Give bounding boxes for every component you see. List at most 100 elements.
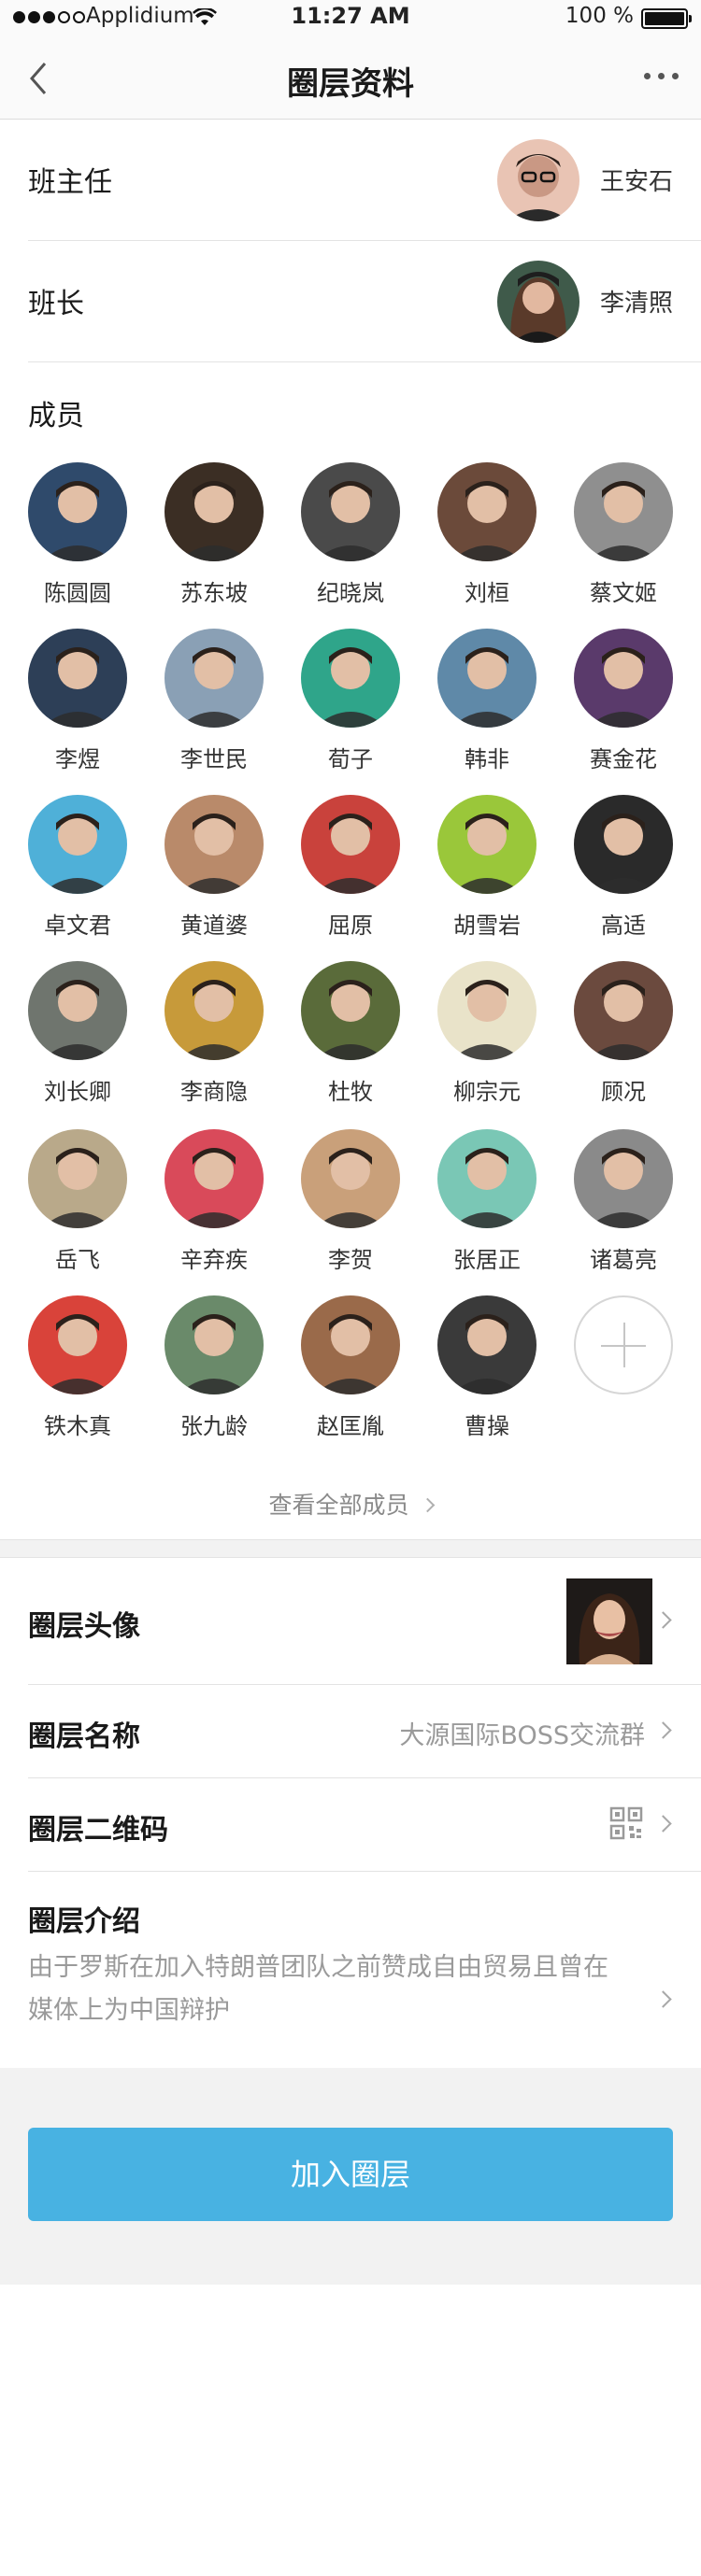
- member-name: 杜牧: [328, 1079, 373, 1105]
- class-monitor-row[interactable]: 班长 李清照: [28, 241, 701, 362]
- avatar: [165, 961, 264, 1060]
- member-name: 张九龄: [180, 1413, 248, 1439]
- member-name: 赛金花: [590, 746, 657, 772]
- member-item[interactable]: 赛金花: [555, 629, 692, 795]
- avatar: [437, 961, 536, 1060]
- member-item[interactable]: 荀子: [282, 629, 419, 795]
- avatar: [28, 1295, 127, 1394]
- avatar: [574, 961, 673, 1060]
- member-name: 张居正: [453, 1247, 521, 1273]
- member-name: 辛弃疾: [180, 1247, 248, 1273]
- setting-label: 圈层介绍: [28, 1905, 140, 1938]
- join-group-button[interactable]: 加入圈层: [28, 2128, 673, 2221]
- setting-label: 圈层头像: [28, 1610, 140, 1643]
- member-name: 黄道婆: [180, 913, 248, 939]
- member-name: 李商隐: [180, 1079, 248, 1105]
- navigation-bar: 圈层资料: [0, 37, 701, 120]
- member-item[interactable]: 诸葛亮: [555, 1129, 692, 1295]
- add-member-button[interactable]: [574, 1295, 673, 1394]
- avatar: [301, 795, 400, 894]
- member-item[interactable]: 刘桓: [419, 462, 555, 629]
- avatar: [437, 1129, 536, 1228]
- member-item[interactable]: 胡雪岩: [419, 795, 555, 961]
- member-name: 顾况: [601, 1079, 646, 1105]
- avatar: [28, 795, 127, 894]
- member-name: 铁木真: [44, 1413, 111, 1439]
- avatar: [301, 629, 400, 728]
- member-item[interactable]: 赵匡胤: [282, 1295, 419, 1462]
- member-item[interactable]: 黄道婆: [146, 795, 282, 961]
- group-qr-row[interactable]: 圈层二维码: [28, 1778, 701, 1872]
- chevron-right-icon: [654, 1990, 672, 2008]
- section-divider: [0, 1539, 701, 1558]
- member-item[interactable]: 韩非: [419, 629, 555, 795]
- avatar: [165, 629, 264, 728]
- member-name: 柳宗元: [453, 1079, 521, 1105]
- avatar: [574, 629, 673, 728]
- avatar: [437, 629, 536, 728]
- member-item[interactable]: 顾况: [555, 961, 692, 1127]
- setting-label: 圈层二维码: [28, 1814, 168, 1847]
- view-all-members-link[interactable]: 查看全部成员: [0, 1487, 701, 1521]
- group-name-value: 大源国际BOSS交流群: [399, 1721, 645, 1750]
- head-teacher-row[interactable]: 班主任 王安石: [28, 120, 701, 241]
- setting-label: 圈层名称: [28, 1720, 140, 1753]
- chevron-right-icon: [654, 1721, 672, 1739]
- role-label: 班主任: [28, 166, 112, 199]
- member-item[interactable]: 柳宗元: [419, 961, 555, 1127]
- member-item[interactable]: 辛弃疾: [146, 1129, 282, 1295]
- ellipsis-icon[interactable]: [644, 73, 679, 79]
- avatar: [574, 795, 673, 894]
- group-avatar-thumbnail: [566, 1578, 652, 1664]
- member-item[interactable]: 高适: [555, 795, 692, 961]
- avatar: [301, 961, 400, 1060]
- member-name: 苏东坡: [180, 580, 248, 606]
- avatar: [28, 961, 127, 1060]
- member-name: 卓文君: [44, 913, 111, 939]
- member-name: 蔡文姬: [590, 580, 657, 606]
- member-item[interactable]: 李煜: [9, 629, 146, 795]
- member-name: 岳飞: [55, 1247, 100, 1273]
- qr-code-icon: [609, 1806, 643, 1840]
- member-item[interactable]: 陈圆圆: [9, 462, 146, 629]
- member-item[interactable]: 李商隐: [146, 961, 282, 1127]
- battery-percentage: 100 %: [565, 4, 634, 28]
- member-item[interactable]: 张居正: [419, 1129, 555, 1295]
- member-name: 刘桓: [465, 580, 509, 606]
- member-name: 胡雪岩: [453, 913, 521, 939]
- member-item[interactable]: 刘长卿: [9, 961, 146, 1127]
- member-name: 荀子: [328, 746, 373, 772]
- members-section-title: 成员: [28, 400, 84, 432]
- group-intro-text: 由于罗斯在加入特朗普团队之前赞成自由贸易且曾在媒体上为中国辩护: [28, 1953, 608, 2025]
- member-item[interactable]: 铁木真: [9, 1295, 146, 1462]
- avatar: [437, 795, 536, 894]
- avatar: [28, 462, 127, 561]
- avatar: [301, 462, 400, 561]
- member-item[interactable]: 苏东坡: [146, 462, 282, 629]
- member-name: 刘长卿: [44, 1079, 111, 1105]
- member-item[interactable]: 曹操: [419, 1295, 555, 1462]
- group-intro-row[interactable]: 圈层介绍 由于罗斯在加入特朗普团队之前赞成自由贸易且曾在媒体上为中国辩护: [28, 1872, 701, 2068]
- avatar: [28, 629, 127, 728]
- member-item[interactable]: 岳飞: [9, 1129, 146, 1295]
- group-name-row[interactable]: 圈层名称 大源国际BOSS交流群: [28, 1685, 701, 1778]
- avatar: [301, 1129, 400, 1228]
- member-name: 李贺: [328, 1247, 373, 1273]
- member-name: 高适: [601, 913, 646, 939]
- member-item[interactable]: 卓文君: [9, 795, 146, 961]
- member-item[interactable]: 张九龄: [146, 1295, 282, 1462]
- group-avatar-row[interactable]: 圈层头像: [28, 1558, 701, 1685]
- member-item[interactable]: 屈原: [282, 795, 419, 961]
- member-item[interactable]: 纪晓岚: [282, 462, 419, 629]
- member-item[interactable]: 李世民: [146, 629, 282, 795]
- leader-name: 李清照: [600, 290, 674, 318]
- avatar: [497, 261, 579, 343]
- member-item[interactable]: 杜牧: [282, 961, 419, 1127]
- member-item[interactable]: 李贺: [282, 1129, 419, 1295]
- member-name: 陈圆圆: [44, 580, 111, 606]
- member-item[interactable]: 蔡文姬: [555, 462, 692, 629]
- avatar: [165, 1295, 264, 1394]
- member-name: 曹操: [465, 1413, 509, 1439]
- view-all-label: 查看全部成员: [268, 1492, 409, 1519]
- status-bar: Applidium 11:27 AM 100 %: [0, 0, 701, 37]
